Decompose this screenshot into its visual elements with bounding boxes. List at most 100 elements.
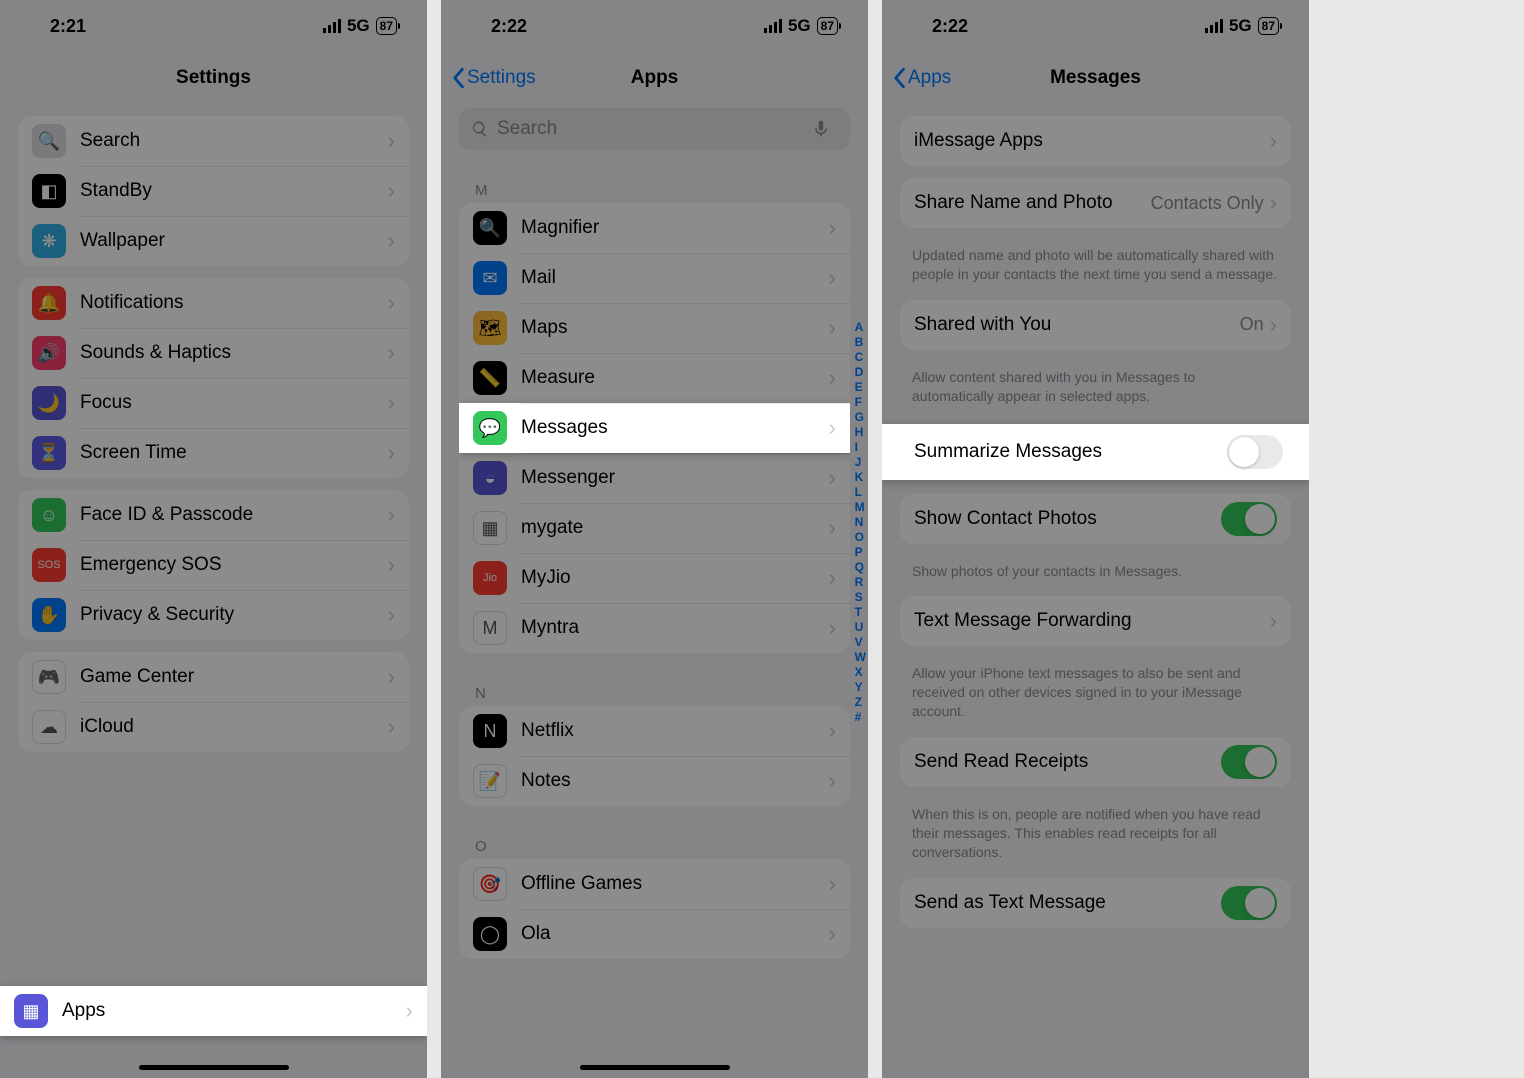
- network-label: 5G: [1229, 16, 1252, 36]
- row-label: Notifications: [80, 292, 388, 314]
- index-letter[interactable]: Z: [855, 695, 866, 710]
- row-label: Privacy & Security: [80, 604, 388, 626]
- list-row[interactable]: 🗺Maps›: [459, 303, 850, 353]
- group-shared-with-you: Shared with You On ›: [900, 300, 1291, 350]
- index-letter[interactable]: X: [855, 665, 866, 680]
- status-bar: 2:21 5G 87: [0, 0, 427, 52]
- row-imessage-apps[interactable]: iMessage Apps ›: [900, 116, 1291, 166]
- index-letter[interactable]: Q: [855, 560, 866, 575]
- back-button[interactable]: Settings: [451, 67, 536, 89]
- index-letter[interactable]: J: [855, 455, 866, 470]
- settings-group-security: ☺Face ID & Passcode›SOSEmergency SOS›✋Pr…: [18, 490, 409, 640]
- index-letter[interactable]: O: [855, 530, 866, 545]
- list-row[interactable]: ✉Mail›: [459, 253, 850, 303]
- apps-group-m: 🔍Magnifier›✉Mail›🗺Maps›📏Measure›💬Message…: [459, 203, 850, 653]
- app-icon: N: [473, 714, 507, 748]
- index-letter[interactable]: W: [855, 650, 866, 665]
- send-text-toggle[interactable]: [1221, 886, 1277, 920]
- mic-icon[interactable]: [812, 120, 830, 138]
- row-shared-with-you[interactable]: Shared with You On ›: [900, 300, 1291, 350]
- signal-icon: [1205, 19, 1223, 33]
- index-letter[interactable]: F: [855, 395, 866, 410]
- index-letter[interactable]: A: [855, 320, 866, 335]
- index-letter[interactable]: K: [855, 470, 866, 485]
- row-label: Emergency SOS: [80, 554, 388, 576]
- index-letter[interactable]: H: [855, 425, 866, 440]
- list-row[interactable]: 🎯Offline Games›: [459, 859, 850, 909]
- index-letter[interactable]: T: [855, 605, 866, 620]
- list-row[interactable]: 🔍Magnifier›: [459, 203, 850, 253]
- list-row[interactable]: ☺Face ID & Passcode›: [18, 490, 409, 540]
- list-row[interactable]: SOSEmergency SOS›: [18, 540, 409, 590]
- list-row[interactable]: ▦Apps›: [0, 986, 427, 1036]
- chevron-right-icon: ›: [829, 365, 836, 391]
- index-letter[interactable]: N: [855, 515, 866, 530]
- row-label: Search: [80, 130, 388, 152]
- back-button[interactable]: Apps: [892, 67, 951, 89]
- list-row[interactable]: 📏Measure›: [459, 353, 850, 403]
- index-letter[interactable]: V: [855, 635, 866, 650]
- alpha-index[interactable]: ABCDEFGHIJKLMNOPQRSTUVWXYZ#: [855, 320, 866, 725]
- index-letter[interactable]: E: [855, 380, 866, 395]
- index-letter[interactable]: D: [855, 365, 866, 380]
- index-letter[interactable]: P: [855, 545, 866, 560]
- list-row[interactable]: 🎮Game Center›: [18, 652, 409, 702]
- list-row[interactable]: 🌙Focus›: [18, 378, 409, 428]
- row-show-contact-photos[interactable]: Show Contact Photos: [900, 494, 1291, 544]
- list-row[interactable]: 💬Messages›: [459, 403, 850, 453]
- show-photos-toggle[interactable]: [1221, 502, 1277, 536]
- index-letter[interactable]: I: [855, 440, 866, 455]
- list-row[interactable]: 📝Notes›: [459, 756, 850, 806]
- list-row[interactable]: 🔔Notifications›: [18, 278, 409, 328]
- home-indicator[interactable]: [580, 1065, 730, 1070]
- index-letter[interactable]: #: [855, 710, 866, 725]
- row-share-name-photo[interactable]: Share Name and Photo Contacts Only ›: [900, 178, 1291, 228]
- index-letter[interactable]: C: [855, 350, 866, 365]
- index-letter[interactable]: L: [855, 485, 866, 500]
- chevron-right-icon: ›: [1270, 608, 1277, 634]
- group-summarize: Summarize Messages: [882, 424, 1309, 480]
- list-row[interactable]: 🔊Sounds & Haptics›: [18, 328, 409, 378]
- index-letter[interactable]: B: [855, 335, 866, 350]
- row-send-as-text[interactable]: Send as Text Message: [900, 878, 1291, 928]
- group-imessage-apps: iMessage Apps ›: [900, 116, 1291, 166]
- back-label: Apps: [908, 67, 951, 89]
- list-row[interactable]: ◒Messenger›: [459, 453, 850, 503]
- status-bar: 2:22 5G 87: [441, 0, 868, 52]
- app-icon: ⏳: [32, 436, 66, 470]
- index-letter[interactable]: U: [855, 620, 866, 635]
- row-label: Offline Games: [521, 873, 829, 895]
- home-indicator[interactable]: [139, 1065, 289, 1070]
- list-row[interactable]: ▦mygate›: [459, 503, 850, 553]
- index-letter[interactable]: G: [855, 410, 866, 425]
- search-input[interactable]: Search: [459, 108, 850, 150]
- app-icon: M: [473, 611, 507, 645]
- read-receipts-toggle[interactable]: [1221, 745, 1277, 779]
- list-row[interactable]: ⏳Screen Time›: [18, 428, 409, 478]
- list-row[interactable]: MMyntra›: [459, 603, 850, 653]
- list-row[interactable]: ☁iCloud›: [18, 702, 409, 752]
- list-row[interactable]: ◧StandBy›: [18, 166, 409, 216]
- index-letter[interactable]: Y: [855, 680, 866, 695]
- row-label: Show Contact Photos: [914, 508, 1221, 530]
- list-row[interactable]: NNetflix›: [459, 706, 850, 756]
- row-text-forwarding[interactable]: Text Message Forwarding ›: [900, 596, 1291, 646]
- row-label: Focus: [80, 392, 388, 414]
- row-summarize-messages[interactable]: Summarize Messages: [882, 424, 1309, 480]
- list-row[interactable]: ❋Wallpaper›: [18, 216, 409, 266]
- list-row[interactable]: ✋Privacy & Security›: [18, 590, 409, 640]
- list-row[interactable]: 🔍Search›: [18, 116, 409, 166]
- index-letter[interactable]: M: [855, 500, 866, 515]
- settings-group-services: 🎮Game Center›☁iCloud›: [18, 652, 409, 752]
- group-forwarding: Text Message Forwarding ›: [900, 596, 1291, 646]
- index-letter[interactable]: S: [855, 590, 866, 605]
- page-title: Settings: [176, 67, 251, 89]
- row-read-receipts[interactable]: Send Read Receipts: [900, 737, 1291, 787]
- index-letter[interactable]: R: [855, 575, 866, 590]
- section-header-o: O: [441, 818, 868, 859]
- summarize-toggle[interactable]: [1227, 435, 1283, 469]
- app-icon: ❋: [32, 224, 66, 258]
- list-row[interactable]: ◯Ola›: [459, 909, 850, 959]
- chevron-right-icon: ›: [829, 565, 836, 591]
- list-row[interactable]: JioMyJio›: [459, 553, 850, 603]
